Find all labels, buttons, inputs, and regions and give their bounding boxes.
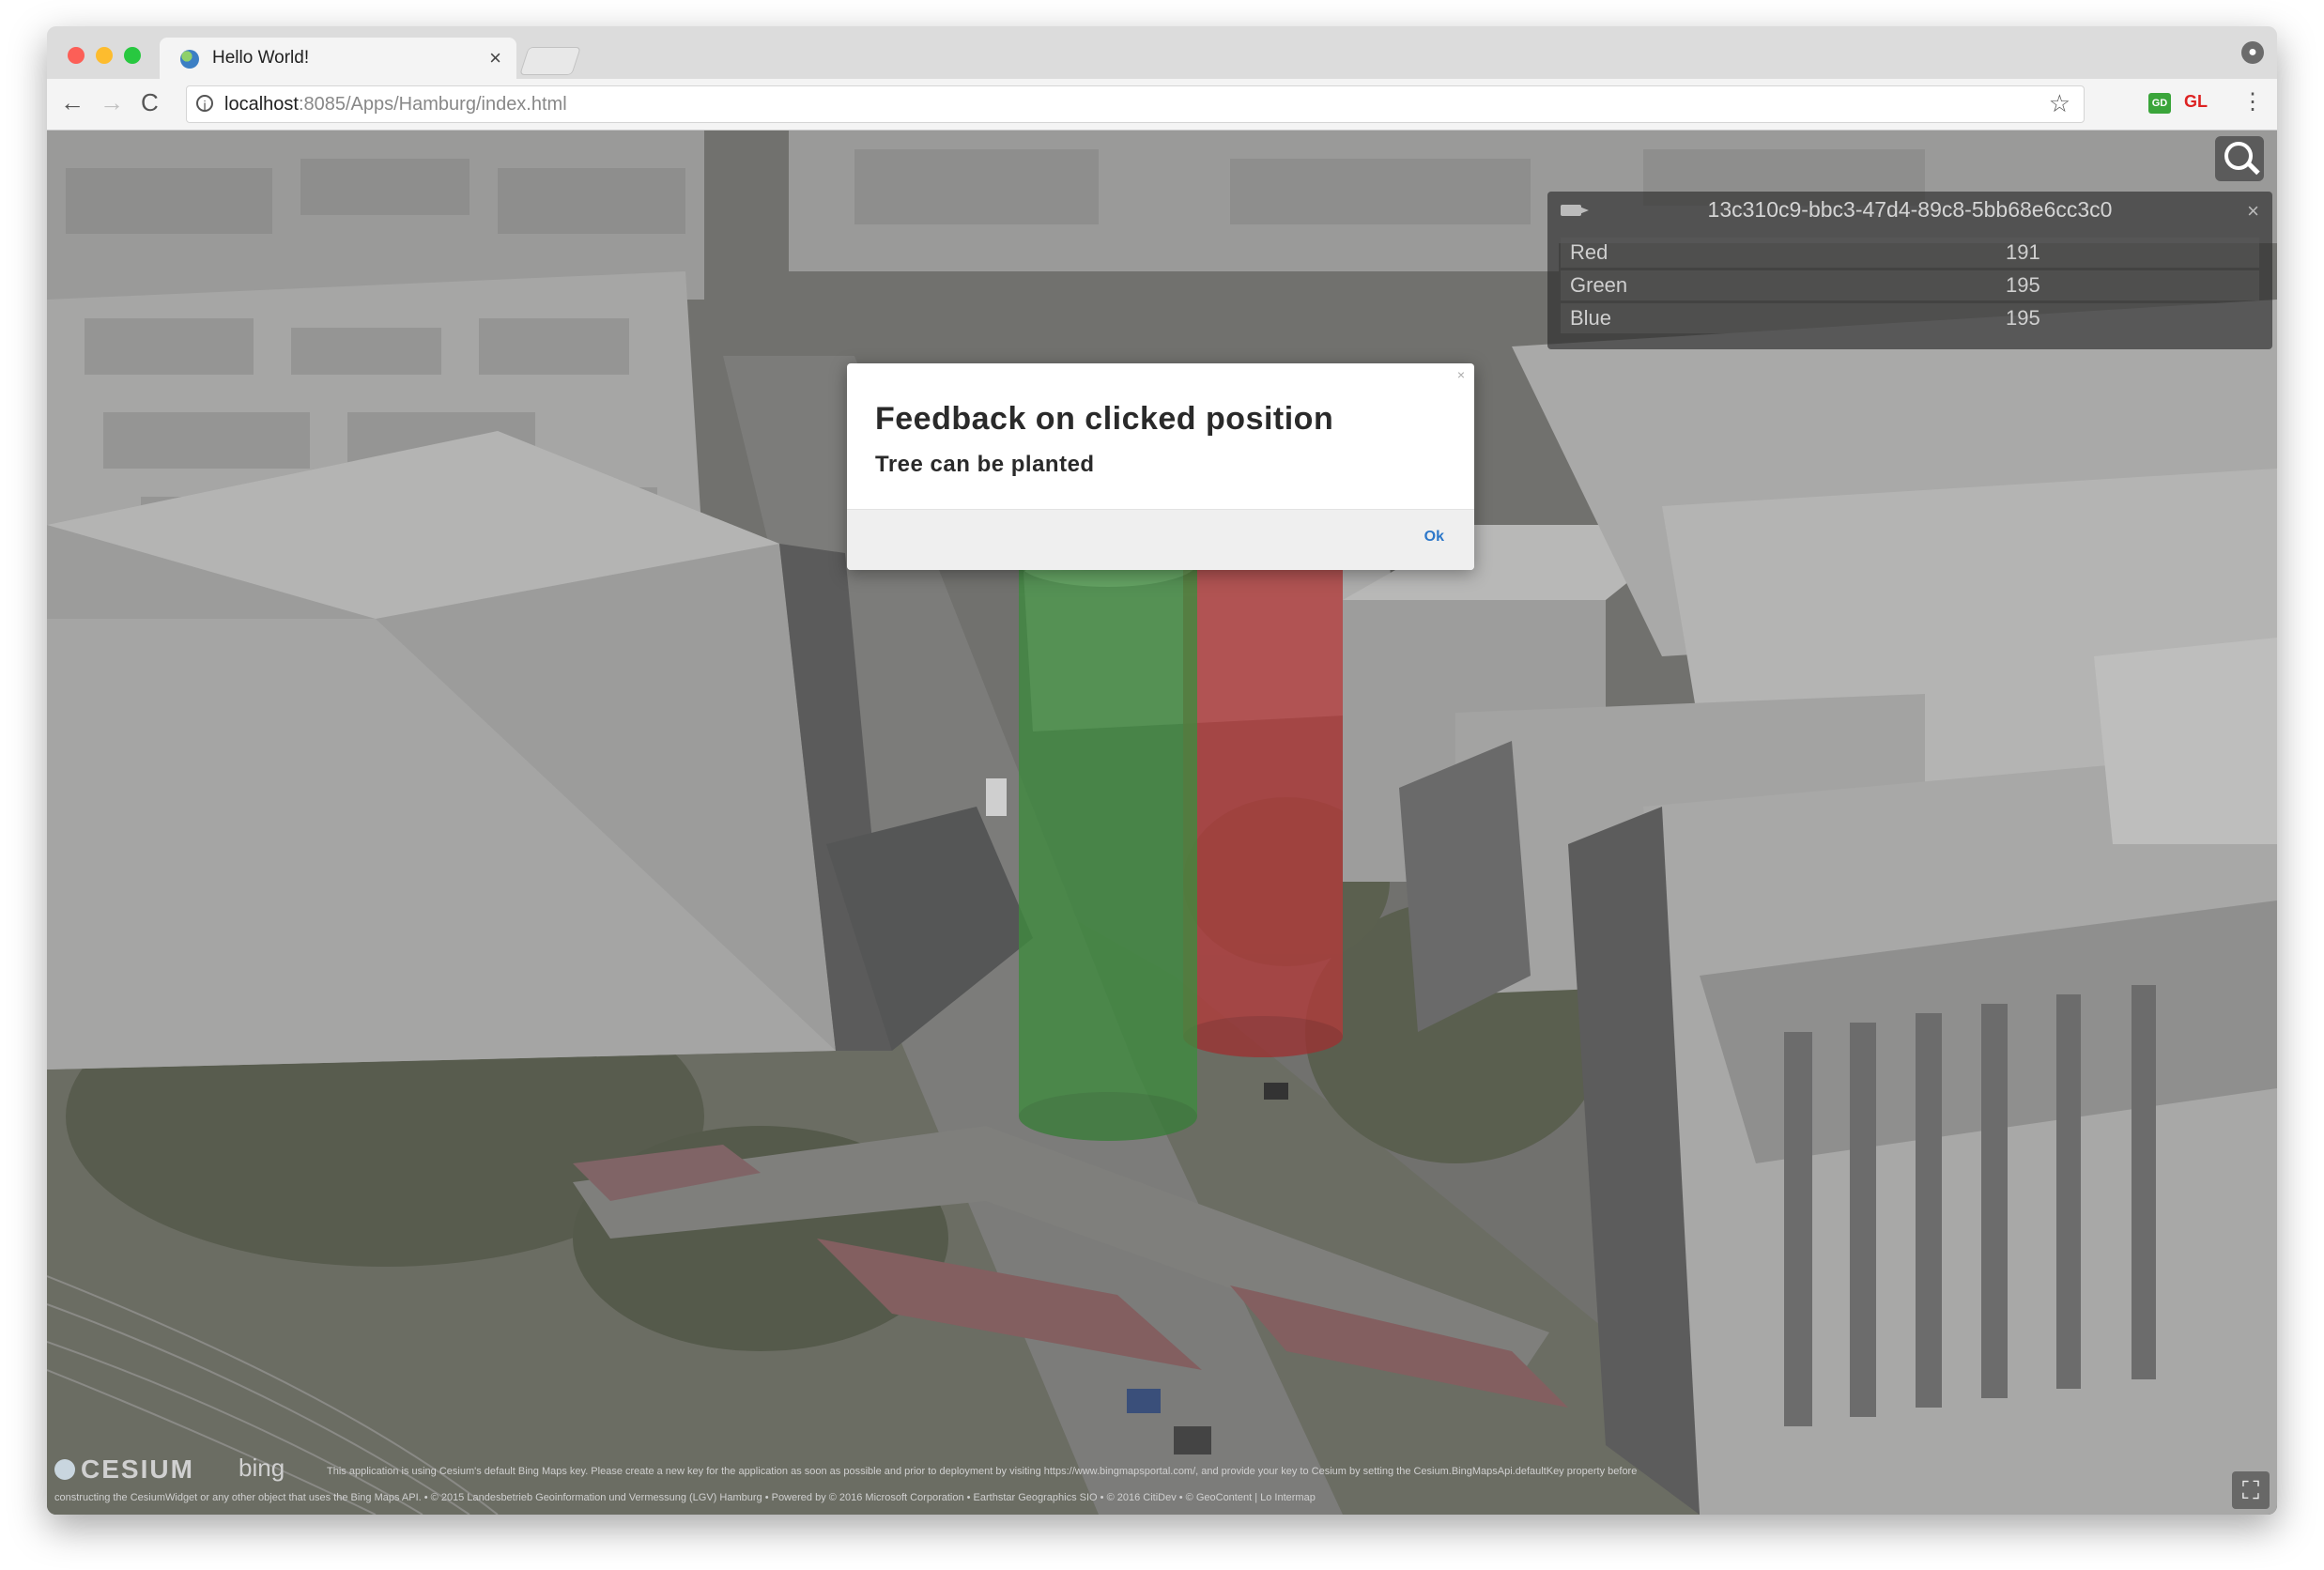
back-arrow-icon[interactable]: ← [60, 88, 85, 117]
infobox-title: 13c310c9-bbc3-47d4-89c8-5bb68e6cc3c0 [1707, 197, 2113, 222]
table-row: Green 195 [1561, 270, 2259, 300]
table-row: Red 191 [1561, 238, 2259, 268]
dialog-close-icon[interactable]: × [1457, 367, 1465, 382]
new-tab-button[interactable] [519, 47, 581, 75]
table-row: Blue 195 [1561, 303, 2259, 333]
row-value: 195 [1996, 303, 2259, 333]
cesium-logo-icon [54, 1459, 75, 1480]
minimize-window-button[interactable] [96, 47, 113, 64]
bing-logo[interactable]: bing [239, 1454, 285, 1483]
dialog-message: Tree can be planted [875, 452, 1095, 477]
row-label: Red [1561, 238, 1996, 268]
row-label: Blue [1561, 303, 1996, 333]
ok-button[interactable]: Ok [1424, 529, 1444, 546]
infobox-header: 13c310c9-bbc3-47d4-89c8-5bb68e6cc3c0 × [1547, 192, 2272, 227]
fullscreen-button[interactable]: ⛶ [2232, 1471, 2270, 1509]
browser-menu-icon[interactable]: ⋮ [2241, 88, 2264, 115]
close-window-button[interactable] [68, 47, 85, 64]
green-cylinder [1019, 538, 1197, 1141]
url-path: :8085/Apps/Hamburg/index.html [298, 94, 567, 115]
infobox-panel: 13c310c9-bbc3-47d4-89c8-5bb68e6cc3c0 × R… [1547, 192, 2272, 349]
bookmark-star-icon[interactable]: ☆ [2049, 89, 2070, 118]
tab-hello-world[interactable]: Hello World! × [160, 38, 516, 79]
browser-window: Hello World! × ● ← → C i localhost:8085/… [47, 26, 2277, 1515]
feedback-dialog: × Feedback on clicked position Tree can … [847, 363, 1474, 570]
tab-close-icon[interactable]: × [489, 46, 501, 70]
browser-toolbar: ← → C i localhost:8085/Apps/Hamburg/inde… [47, 79, 2277, 131]
dialog-footer: Ok [847, 509, 1474, 570]
globe-icon [180, 50, 199, 69]
reload-icon[interactable]: C [141, 88, 159, 117]
geocoder-search-button[interactable] [2215, 136, 2264, 181]
credit-text-2: constructing the CesiumWidget or any oth… [54, 1492, 1316, 1503]
gl-extension-icon[interactable]: GL [2184, 92, 2208, 112]
tab-strip: Hello World! × ● [47, 26, 2277, 79]
info-icon[interactable]: i [196, 95, 213, 113]
infobox-close-icon[interactable]: × [2247, 199, 2259, 223]
row-label: Green [1561, 270, 1996, 300]
url-text[interactable]: localhost:8085/Apps/Hamburg/index.html [224, 94, 567, 115]
row-value: 191 [1996, 238, 2259, 268]
cesium-logo[interactable]: CESIUM [54, 1455, 194, 1485]
tab-title: Hello World! [212, 48, 310, 68]
extension-icon[interactable]: GD [2148, 93, 2171, 114]
cesium-logo-text: CESIUM [81, 1455, 194, 1484]
row-value: 195 [1996, 270, 2259, 300]
forward-arrow-icon[interactable]: → [100, 88, 124, 117]
infobox-table: Red 191 Green 195 Blue 195 [1561, 235, 2259, 336]
search-icon [2224, 142, 2253, 170]
dialog-title: Feedback on clicked position [875, 401, 1334, 437]
address-bar[interactable]: i localhost:8085/Apps/Hamburg/index.html… [186, 85, 2085, 123]
credit-text-1: This application is using Cesium's defau… [327, 1466, 1638, 1477]
cesium-viewer[interactable]: 13c310c9-bbc3-47d4-89c8-5bb68e6cc3c0 × R… [47, 131, 2277, 1515]
url-host: localhost [224, 94, 299, 115]
zoom-window-button[interactable] [124, 47, 141, 64]
profile-icon[interactable]: ● [2241, 41, 2264, 64]
